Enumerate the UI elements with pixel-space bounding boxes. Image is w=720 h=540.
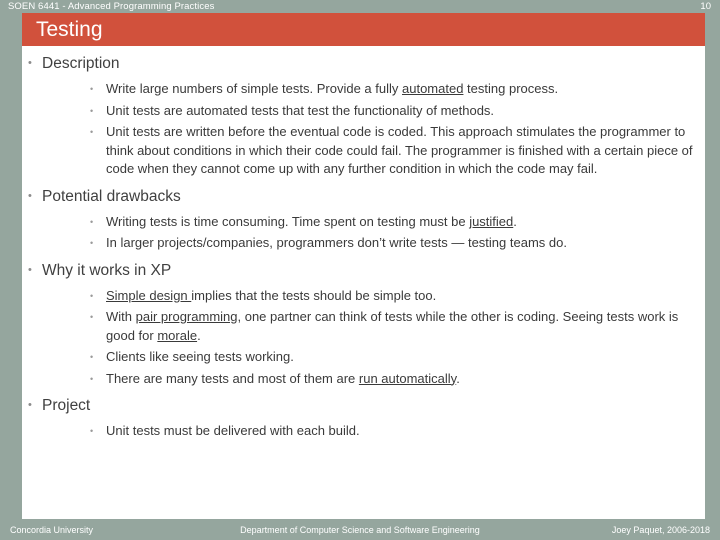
bullet-level2: In larger projects/companies, programmer… bbox=[82, 234, 705, 253]
bullet-level1-label: Description bbox=[42, 55, 120, 72]
bullet-level2: Unit tests are automated tests that test… bbox=[82, 102, 705, 121]
slide-number: 10 bbox=[700, 1, 711, 12]
bullet-level2-text: Unit tests are automated tests that test… bbox=[106, 102, 495, 118]
bullet-level2: Write large numbers of simple tests. Pro… bbox=[82, 80, 705, 99]
course-title: SOEN 6441 - Advanced Programming Practic… bbox=[8, 1, 215, 12]
emphasized-term: morale bbox=[157, 327, 198, 343]
sub-bullet-group: Writing tests is time consuming. Time sp… bbox=[82, 213, 705, 253]
bullet-level2-text: There are many tests and most of them ar… bbox=[106, 370, 359, 386]
bullet-level2-text: . bbox=[197, 327, 201, 343]
bullet-level1: Description Write large numbers of simple… bbox=[22, 50, 705, 179]
bullet-list-level1: Description Write large numbers of simple… bbox=[22, 50, 705, 441]
bullet-level2-text: With bbox=[106, 309, 136, 324]
bullet-level2-text: . bbox=[456, 370, 460, 386]
emphasized-term: automated bbox=[402, 81, 464, 96]
bullet-level2: Simple design implies that the tests sho… bbox=[82, 287, 705, 306]
bullet-level2-text: . bbox=[513, 213, 517, 229]
bullet-level2: Unit tests are written before the eventu… bbox=[82, 123, 705, 179]
left-gutter bbox=[0, 0, 22, 540]
slide-title-bar: Testing bbox=[22, 13, 705, 46]
bullet-level1-label: Potential drawbacks bbox=[42, 187, 181, 205]
sub-bullet-group: Write large numbers of simple tests. Pro… bbox=[82, 80, 705, 179]
bullet-level2-text: Clients like seeing tests working. bbox=[106, 349, 294, 364]
bullet-level2-text: testing process. bbox=[463, 81, 559, 96]
footer-author: Joey Paquet, 2006-2018 bbox=[611, 525, 710, 535]
emphasized-term: Simple design bbox=[106, 287, 192, 303]
bullet-level1: Project Unit tests must be delivered with… bbox=[22, 392, 705, 441]
bullet-level2-text: In larger projects/companies, programmer… bbox=[106, 235, 567, 250]
bullet-list-level2: Simple design implies that the tests sho… bbox=[82, 287, 705, 389]
bullet-level1-label: Why it works in XP bbox=[42, 261, 172, 279]
bullet-list-level2: Write large numbers of simple tests. Pro… bbox=[82, 80, 705, 179]
slide-content: Description Write large numbers of simple… bbox=[22, 46, 705, 520]
bullet-level1-label: Project bbox=[42, 397, 91, 414]
sub-bullet-group: Simple design implies that the tests sho… bbox=[82, 287, 705, 389]
bullet-level2-text: Write large numbers of simple tests. Pro… bbox=[106, 81, 402, 96]
bullet-list-level2: Unit tests must be delivered with each b… bbox=[82, 422, 705, 441]
bullet-level2-text: Unit tests must be delivered with each b… bbox=[106, 423, 360, 438]
bullet-level2: There are many tests and most of them ar… bbox=[82, 370, 705, 389]
slide-footer: Concordia University Department of Compu… bbox=[0, 520, 720, 540]
emphasized-term: pair programming bbox=[135, 309, 238, 324]
bullet-level2: Clients like seeing tests working. bbox=[82, 348, 705, 367]
slide-header-band: SOEN 6441 - Advanced Programming Practic… bbox=[0, 0, 720, 13]
emphasized-term: run automatically bbox=[358, 370, 457, 386]
bullet-level2-text: Writing tests is time consuming. Time sp… bbox=[106, 213, 470, 229]
bullet-level2: With pair programming, one partner can t… bbox=[82, 308, 705, 345]
bullet-level2: Writing tests is time consuming. Time sp… bbox=[82, 213, 705, 232]
bullet-level2-text: implies that the tests should be simple … bbox=[191, 287, 437, 303]
bullet-list-level2: Writing tests is time consuming. Time sp… bbox=[82, 213, 705, 253]
emphasized-term: justified bbox=[469, 213, 514, 229]
sub-bullet-group: Unit tests must be delivered with each b… bbox=[82, 422, 705, 441]
page-title: Testing bbox=[36, 18, 103, 41]
bullet-level2: Unit tests must be delivered with each b… bbox=[82, 422, 705, 441]
bullet-level1: Potential drawbacks Writing tests is time… bbox=[22, 183, 705, 253]
bullet-level2-text: Unit tests are written before the eventu… bbox=[106, 124, 693, 176]
bullet-level1: Why it works in XP Simple design implies … bbox=[22, 257, 705, 389]
